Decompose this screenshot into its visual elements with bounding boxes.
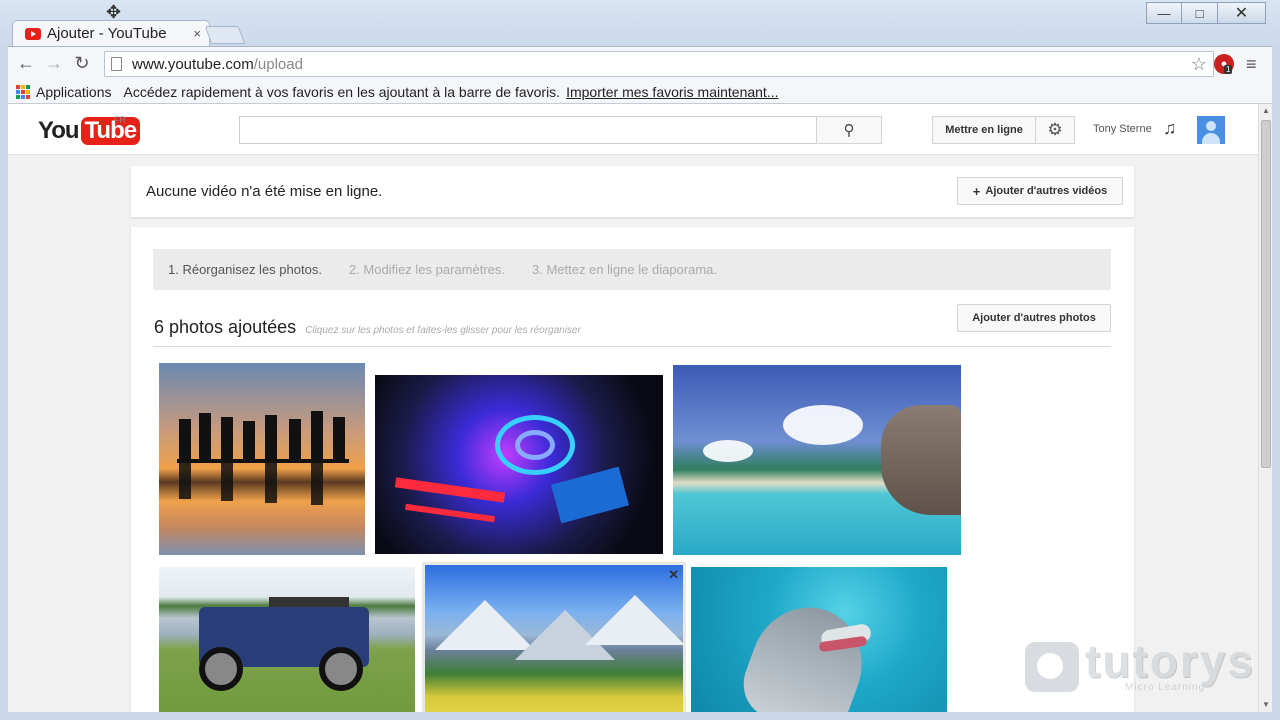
forward-button[interactable]: → <box>40 50 68 78</box>
silhouette <box>333 417 345 459</box>
wheel <box>199 647 243 691</box>
silhouette <box>289 419 301 459</box>
photo-tropical-beach[interactable] <box>673 365 961 555</box>
car-roof <box>269 597 349 607</box>
tab-title: Ajouter - YouTube <box>47 25 167 42</box>
divider <box>153 346 1111 347</box>
red-light <box>394 477 506 503</box>
reload-button[interactable]: ↻ <box>68 50 96 78</box>
photo-sunset-silhouettes[interactable] <box>159 363 365 555</box>
minimize-button[interactable]: — <box>1146 2 1182 24</box>
address-bar[interactable]: www.youtube.com/upload ☆ <box>104 51 1214 77</box>
youtube-logo[interactable]: You Tube FR <box>38 115 141 145</box>
photo-dolphin[interactable] <box>691 567 947 712</box>
gear-icon: ⚙ <box>1047 120 1063 139</box>
bookmarks-bar: Applications Accédez rapidement à vos fa… <box>8 80 1272 104</box>
circuit-board <box>551 466 629 524</box>
url-host: www.youtube.com <box>132 55 254 73</box>
browser-tab[interactable]: Ajouter - YouTube × <box>12 20 210 46</box>
dolphin <box>733 591 879 712</box>
step-upload[interactable]: 3. Mettez en ligne le diaporama. <box>532 262 717 277</box>
tutorys-watermark: tutorys Micro Learning <box>1025 635 1255 693</box>
upload-status-card: Aucune vidéo n'a été mise en ligne. + Aj… <box>131 166 1134 217</box>
reflection <box>221 463 233 501</box>
silhouette <box>221 417 233 459</box>
scroll-up-arrow-icon[interactable]: ▲ <box>1259 104 1273 118</box>
red-light <box>405 503 495 523</box>
username[interactable]: Tony Sterne <box>1093 123 1152 135</box>
search-button[interactable]: ⚲ <box>816 116 882 144</box>
region-label: FR <box>114 115 126 125</box>
maximize-button[interactable]: □ <box>1182 2 1218 24</box>
silhouette <box>265 415 277 459</box>
photo-mountains[interactable]: ✕ <box>422 562 686 712</box>
settings-button[interactable]: ⚙ <box>1035 116 1075 144</box>
photos-count: 6 photos ajoutées <box>154 317 297 337</box>
youtube-header: You Tube FR ⚲ Mettre en ligne ⚙ Tony Ste… <box>8 104 1258 155</box>
url-path: /upload <box>253 55 303 73</box>
watermark-brand: tutorys <box>1085 635 1255 687</box>
cloud <box>783 405 863 445</box>
mountain <box>585 595 683 645</box>
new-tab-button[interactable] <box>204 26 246 44</box>
steps-bar: 1. Réorganisez les photos. 2. Modifiez l… <box>153 249 1111 290</box>
plus-icon: + <box>972 183 981 199</box>
logo-you: You <box>38 117 80 144</box>
scroll-down-arrow-icon[interactable]: ▼ <box>1259 698 1273 712</box>
browser-toolbar: ← → ↻ www.youtube.com/upload ☆ ● 1 ≡ <box>8 46 1272 80</box>
youtube-favicon-icon <box>25 27 41 40</box>
scroll-thumb[interactable] <box>1261 120 1271 468</box>
cloud <box>703 440 753 462</box>
wheel <box>319 647 363 691</box>
tab-close-icon[interactable]: × <box>193 26 201 41</box>
reflection <box>311 463 323 505</box>
avatar[interactable] <box>1197 116 1225 144</box>
page-icon <box>111 57 122 71</box>
bookmark-applications[interactable]: Applications <box>36 84 112 100</box>
vertical-scrollbar[interactable]: ▲ ▼ <box>1258 104 1272 712</box>
back-button[interactable]: ← <box>12 50 40 78</box>
silhouette <box>243 421 255 459</box>
notification-bell-icon[interactable]: ♫ <box>1163 118 1177 139</box>
page-content: You Tube FR ⚲ Mettre en ligne ⚙ Tony Ste… <box>8 104 1258 712</box>
search-input[interactable] <box>239 116 817 144</box>
window-controls: — □ ✕ <box>1146 2 1266 24</box>
bookmarks-message: Accédez rapidement à vos favoris en les … <box>123 83 561 100</box>
slideshow-card: 1. Réorganisez les photos. 2. Modifiez l… <box>131 227 1134 712</box>
import-bookmarks-link[interactable]: Importer mes favoris maintenant... <box>566 84 778 100</box>
photos-heading: 6 photos ajoutées Cliquez sur les photos… <box>154 317 581 338</box>
step-reorder[interactable]: 1. Réorganisez les photos. <box>168 262 322 277</box>
upload-button[interactable]: Mettre en ligne <box>932 116 1036 144</box>
move-cursor-icon: ✥ <box>106 2 122 22</box>
add-videos-button[interactable]: + Ajouter d'autres vidéos <box>957 177 1123 205</box>
close-window-button[interactable]: ✕ <box>1218 2 1266 24</box>
fan-inner <box>515 430 555 460</box>
rock <box>881 405 961 515</box>
no-video-message: Aucune vidéo n'a été mise en ligne. <box>146 183 383 200</box>
window-bottom-frame <box>0 712 1280 720</box>
search-icon: ⚲ <box>843 122 855 139</box>
reflection <box>179 463 191 499</box>
apps-grid-icon[interactable] <box>16 84 30 99</box>
remove-photo-icon[interactable]: ✕ <box>668 567 679 583</box>
logo-tube: Tube <box>80 117 141 145</box>
ground-line <box>177 459 349 463</box>
watermark-text: tutorys Micro Learning <box>1085 635 1255 693</box>
silhouette <box>179 419 191 459</box>
photo-neon-computer[interactable] <box>375 375 663 554</box>
title-bar: Ajouter - YouTube × ✥ — □ ✕ <box>0 0 1280 46</box>
step-settings[interactable]: 2. Modifiez les paramètres. <box>349 262 505 277</box>
photo-vintage-car[interactable] <box>159 567 415 712</box>
reflection <box>265 463 277 503</box>
bookmark-star-icon[interactable]: ☆ <box>1191 54 1207 75</box>
photos-hint: Cliquez sur les photos et faites-les gli… <box>305 325 581 336</box>
extension-badge: 1 <box>1224 65 1233 74</box>
add-photos-button[interactable]: Ajouter d'autres photos <box>957 304 1111 332</box>
silhouette <box>199 413 211 459</box>
add-videos-label: Ajouter d'autres vidéos <box>985 185 1108 197</box>
browser-menu-icon[interactable]: ≡ <box>1246 54 1257 75</box>
tutorys-logo-icon <box>1025 641 1079 692</box>
silhouette <box>311 411 323 459</box>
